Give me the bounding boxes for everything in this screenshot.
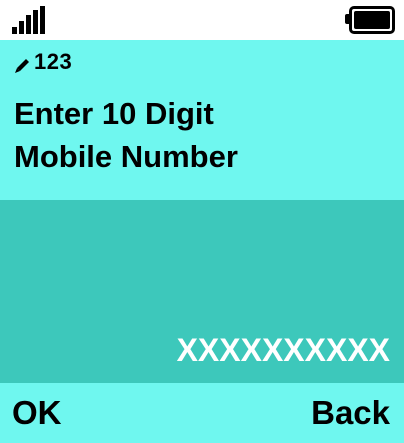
input-mode-label: 123	[34, 49, 73, 74]
mobile-number-value: XXXXXXXXXX	[176, 332, 390, 368]
softkey-bar: OK Back	[0, 383, 404, 443]
title-line-1: Enter 10 Digit	[14, 96, 214, 131]
signal-strength-icon	[12, 6, 46, 34]
phone-screen: 123 Enter 10 Digit Mobile Number XXXXXXX…	[0, 0, 404, 443]
header-area: 123 Enter 10 Digit Mobile Number	[0, 40, 404, 200]
battery-full-icon	[345, 6, 395, 34]
page-title: Enter 10 Digit Mobile Number	[14, 92, 394, 178]
title-line-2: Mobile Number	[14, 139, 238, 174]
mobile-number-input[interactable]: XXXXXXXXXX	[0, 200, 404, 383]
pencil-icon	[14, 53, 32, 73]
status-bar	[0, 0, 404, 40]
back-softkey[interactable]: Back	[311, 393, 390, 433]
ok-softkey[interactable]: OK	[12, 393, 62, 433]
input-mode-indicator: 123	[14, 48, 72, 76]
